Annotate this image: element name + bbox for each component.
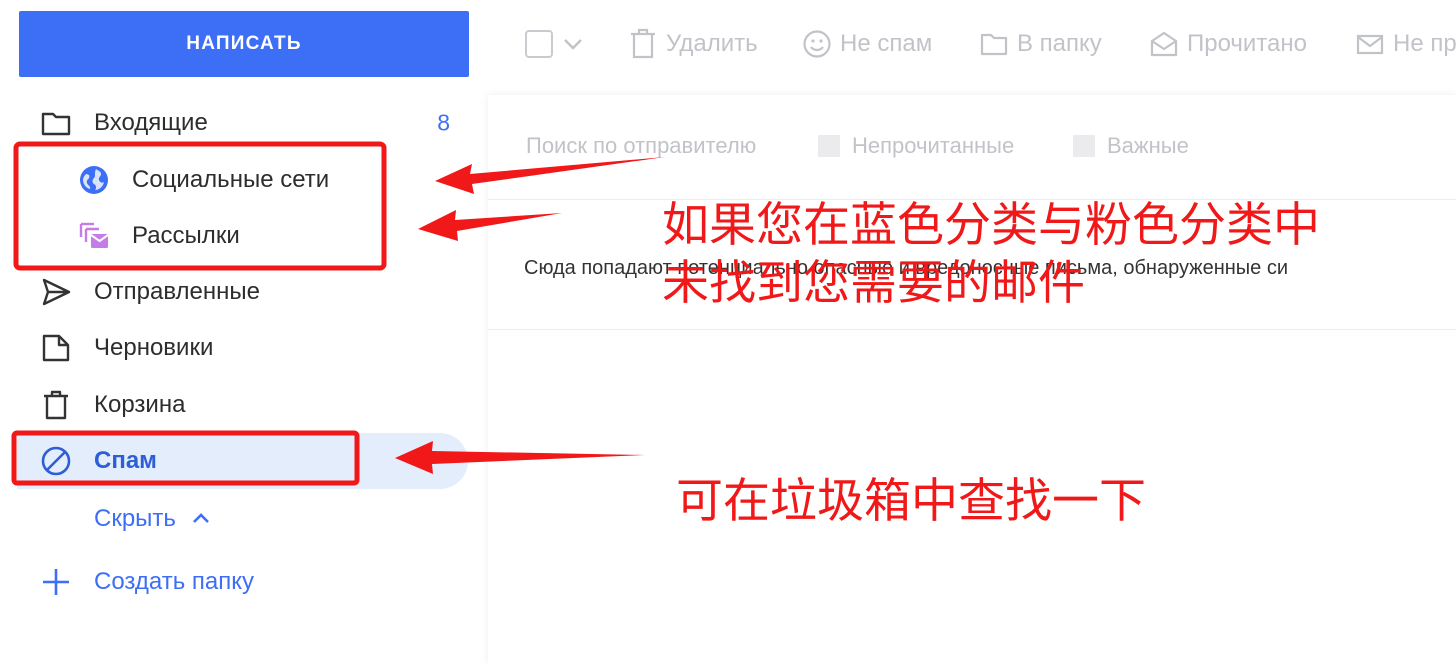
unread-filter-label: Непрочитанные	[852, 133, 1015, 158]
hide-label: Скрыть	[94, 505, 176, 532]
mark-unread-label: Не пр	[1393, 30, 1456, 57]
compose-button[interactable]: НАПИСАТЬ	[19, 11, 469, 77]
checkbox-icon	[525, 30, 553, 58]
smile-icon	[803, 30, 831, 58]
not-spam-button[interactable]: Не спам	[802, 26, 932, 62]
sidebar-item-trash[interactable]: Корзина	[0, 377, 470, 433]
create-folder-label: Создать папку	[94, 568, 254, 595]
message-list-panel: Поиск по отправителю Непрочитанные Важны…	[488, 95, 1456, 664]
open-envelope-icon	[1150, 31, 1178, 57]
sidebar-item-label: Черновики	[94, 334, 214, 361]
sidebar-item-sent[interactable]: Отправленные	[0, 264, 470, 320]
create-folder-button[interactable]: Создать папку	[0, 554, 470, 610]
checkbox-icon	[818, 135, 840, 157]
trash-icon	[44, 390, 68, 420]
folder-icon	[980, 33, 1008, 56]
trash-icon	[631, 28, 655, 59]
chevron-up-icon	[193, 513, 209, 523]
important-filter-label: Важные	[1107, 133, 1189, 158]
select-all-checkbox[interactable]	[524, 26, 592, 62]
sidebar-item-drafts[interactable]: Черновики	[0, 320, 470, 376]
sidebar-item-label: Спам	[94, 447, 157, 474]
important-filter-checkbox[interactable]: Важные	[1073, 133, 1189, 159]
divider	[488, 329, 1456, 330]
send-icon	[42, 278, 71, 306]
annotation-line-2: 未找到您需要的邮件	[662, 256, 1085, 311]
sidebar-item-label: Рассылки	[132, 222, 240, 249]
sidebar-item-label: Входящие	[94, 109, 208, 136]
chevron-down-icon	[564, 39, 582, 50]
unread-count: 8	[437, 109, 450, 136]
annotation-line-3: 可在垃圾箱中查找一下	[676, 474, 1146, 529]
sidebar-item-social[interactable]: Социальные сети	[0, 152, 470, 208]
sidebar-item-label: Отправленные	[94, 278, 261, 305]
mark-unread-button[interactable]: Не пр	[1355, 26, 1456, 62]
hide-folders-toggle[interactable]: Скрыть	[0, 491, 470, 547]
delete-button[interactable]: Удалить	[628, 26, 758, 62]
sidebar-item-spam[interactable]: Спам	[0, 433, 470, 489]
newsletter-icon	[79, 222, 109, 248]
move-to-folder-label: В папку	[1017, 30, 1102, 57]
not-spam-label: Не спам	[840, 30, 933, 57]
blocked-icon	[41, 446, 71, 476]
sidebar-item-inbox[interactable]: Входящие 8	[0, 95, 470, 151]
message-toolbar: Удалить Не спам В папку Прочитано Не пр	[488, 0, 1456, 88]
sidebar-item-label: Корзина	[94, 391, 186, 418]
sidebar-item-newsletters[interactable]: Рассылки	[0, 208, 470, 264]
sidebar-item-label: Социальные сети	[132, 166, 330, 193]
globe-icon	[80, 166, 108, 194]
plus-icon	[43, 569, 69, 595]
mark-read-label: Прочитано	[1187, 30, 1307, 57]
move-to-folder-button[interactable]: В папку	[979, 26, 1102, 62]
mark-read-button[interactable]: Прочитано	[1149, 26, 1307, 62]
sender-search-input[interactable]: Поиск по отправителю	[526, 133, 756, 159]
delete-label: Удалить	[666, 30, 758, 57]
draft-icon	[42, 334, 70, 362]
unread-filter-checkbox[interactable]: Непрочитанные	[818, 133, 1014, 159]
envelope-icon	[1356, 34, 1384, 55]
checkbox-icon	[1073, 135, 1095, 157]
sender-search-placeholder: Поиск по отправителю	[526, 133, 757, 158]
folder-icon	[41, 112, 71, 136]
